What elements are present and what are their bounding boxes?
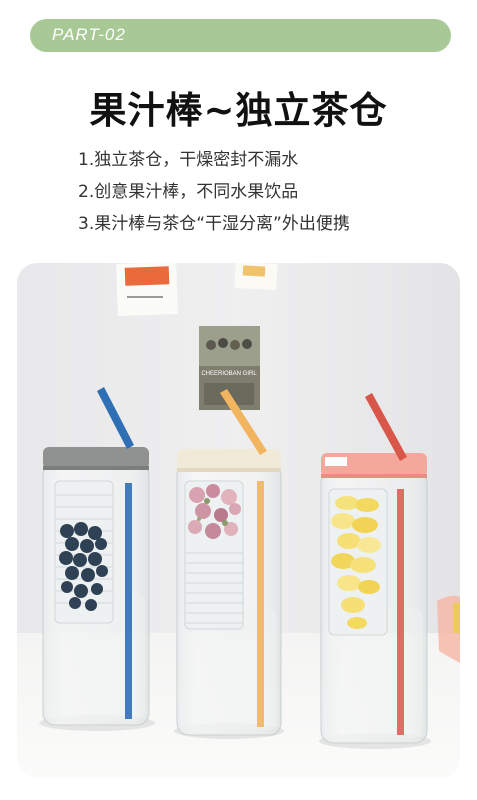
straw-yellow-lower [257, 481, 264, 727]
part-banner: PART-02 [30, 19, 451, 52]
straw-red-lower [397, 489, 404, 735]
product-photo: CHEERIOBAN GIRL [17, 263, 460, 778]
lid-grey [43, 447, 149, 469]
feature-item: 3.果汁棒与茶仓“干湿分离”外出便携 [78, 214, 350, 234]
postcard-right [234, 263, 278, 291]
feature-list: 1.独立茶仓，干燥密封不漏水 2.创意果汁棒，不同水果饮品 3.果汁棒与茶仓“干… [78, 148, 350, 244]
feature-item: 2.创意果汁棒，不同水果饮品 [78, 182, 299, 202]
lid-sticker [325, 457, 347, 466]
straw-blue-lower [125, 483, 132, 719]
part-label: PART-02 [52, 25, 126, 44]
lid-cream [177, 449, 281, 471]
page-title: 果汁棒~独立茶仓 [89, 89, 388, 132]
product-photo-illustration: CHEERIOBAN GIRL [17, 263, 460, 778]
feature-item: 1.独立茶仓，干燥密封不漏水 [78, 150, 299, 170]
poster-text: CHEERIOBAN GIRL [201, 371, 257, 377]
postcard-left [116, 263, 178, 317]
